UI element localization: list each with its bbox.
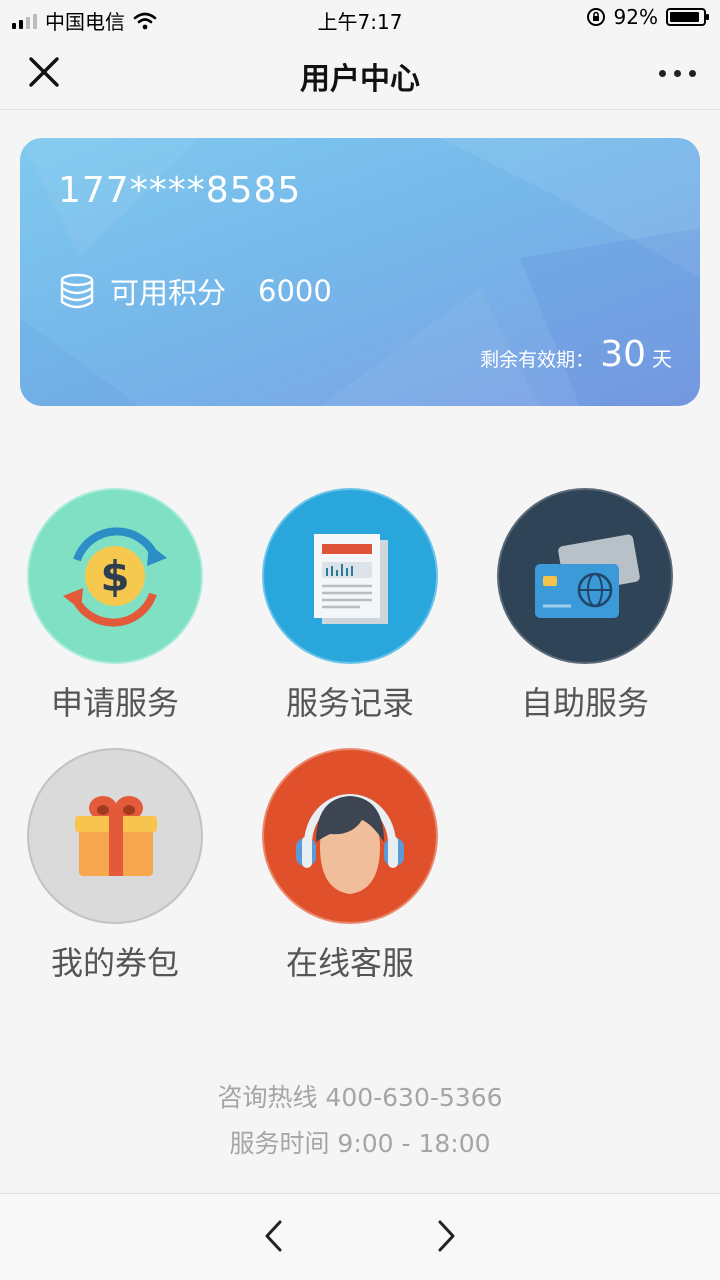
menu-label: 我的券包 (50, 944, 179, 982)
menu-self-service[interactable]: 自助服务 (467, 488, 703, 724)
database-icon (60, 273, 94, 309)
gift-icon (41, 762, 189, 910)
dollar-exchange-icon: $ (41, 502, 189, 650)
credit-card-icon (511, 502, 659, 650)
chevron-right-icon[interactable] (426, 1216, 466, 1256)
menu-label: 自助服务 (520, 684, 649, 722)
points-label: 可用积分 (110, 276, 227, 310)
validity-label: 剩余有效期： (480, 349, 595, 371)
page-title: 用户中心 (300, 62, 420, 97)
hotline-text: 咨询热线 400-630-5366 (217, 1083, 503, 1112)
menu-label: 在线客服 (285, 944, 414, 982)
battery-percent: 92% (613, 5, 658, 29)
newspaper-icon (276, 502, 424, 650)
service-hours-text: 服务时间 9:00 - 18:00 (229, 1129, 491, 1158)
menu-my-coupons[interactable]: 我的券包 (0, 748, 233, 984)
user-card: 177****8585 可用积分 6000 剩余有效期： 30 天 (20, 138, 700, 406)
chevron-left-icon[interactable] (254, 1216, 294, 1256)
points-value: 6000 (258, 274, 332, 308)
headset-agent-icon (276, 762, 424, 910)
more-icon[interactable] (659, 70, 696, 77)
menu-label: 申请服务 (50, 684, 179, 722)
bottom-nav-bar (0, 1193, 720, 1280)
validity-unit: 天 (652, 347, 672, 371)
validity-days: 30 (600, 334, 646, 375)
status-bar: 中国电信 上午7:17 92% (0, 0, 720, 36)
menu-label: 服务记录 (285, 684, 414, 722)
nav-bar: 用户中心 (0, 36, 720, 110)
battery-icon (666, 8, 709, 26)
phone-number: 177****8585 (58, 170, 302, 211)
menu-online-support[interactable]: 在线客服 (232, 748, 468, 984)
menu-apply-service[interactable]: $ 申请服务 (0, 488, 233, 724)
menu-service-records[interactable]: 服务记录 (232, 488, 468, 724)
rotation-lock-icon (586, 8, 605, 26)
svg-text:$: $ (100, 552, 129, 601)
